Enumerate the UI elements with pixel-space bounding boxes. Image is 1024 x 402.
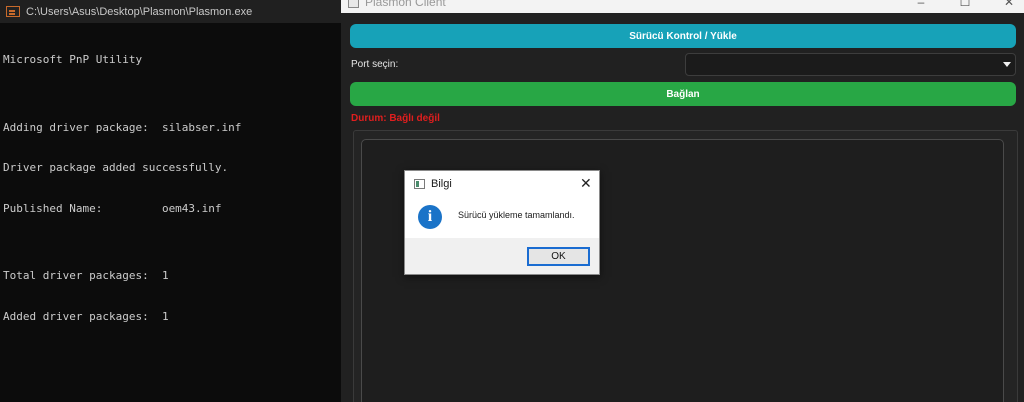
minimize-button[interactable]: – (914, 0, 928, 9)
port-label: Port seçin: (351, 59, 399, 70)
close-button[interactable]: ✕ (1002, 0, 1016, 9)
console-app-icon (6, 6, 20, 17)
driver-check-install-button[interactable]: Sürücü Kontrol / Yükle (350, 24, 1016, 48)
dialog-titlebar[interactable]: Bilgi ✕ (405, 171, 599, 196)
console-line: Adding driver package: silabser.inf (3, 120, 242, 134)
client-titlebar[interactable]: Plasmon Client – ☐ ✕ (341, 0, 1024, 13)
console-line: Driver package added successfully. (3, 161, 229, 174)
dialog-message: Sürücü yükleme tamamlandı. (458, 210, 575, 220)
status-label: Durum: Bağlı değil (351, 113, 440, 124)
dialog-title: Bilgi (431, 178, 452, 190)
console-line: Microsoft PnP Utility (3, 53, 143, 66)
console-window: C:\Users\Asus\Desktop\Plasmon\Plasmon.ex… (0, 0, 341, 402)
console-line: Total driver packages: 1 (3, 269, 169, 282)
console-line: Published Name: oem43.inf (3, 201, 222, 215)
chevron-down-icon[interactable] (1003, 62, 1011, 67)
info-dialog: Bilgi ✕ i Sürücü yükleme tamamlandı. OK (404, 170, 600, 275)
client-app-icon (348, 0, 359, 8)
dialog-app-icon (414, 179, 425, 189)
port-select[interactable] (685, 53, 1016, 76)
dialog-body: i Sürücü yükleme tamamlandı. (405, 196, 599, 238)
ok-button[interactable]: OK (527, 247, 590, 266)
info-icon: i (418, 205, 442, 229)
console-title: C:\Users\Asus\Desktop\Plasmon\Plasmon.ex… (26, 5, 253, 18)
console-line: Added driver packages: 1 (3, 309, 169, 323)
client-title: Plasmon Client (365, 0, 446, 9)
dialog-close-button[interactable]: ✕ (580, 175, 592, 192)
maximize-button[interactable]: ☐ (958, 0, 972, 9)
console-output: Microsoft PnP Utility Adding driver pack… (3, 26, 339, 350)
console-titlebar[interactable]: C:\Users\Asus\Desktop\Plasmon\Plasmon.ex… (0, 0, 341, 23)
connect-button[interactable]: Bağlan (350, 82, 1016, 106)
